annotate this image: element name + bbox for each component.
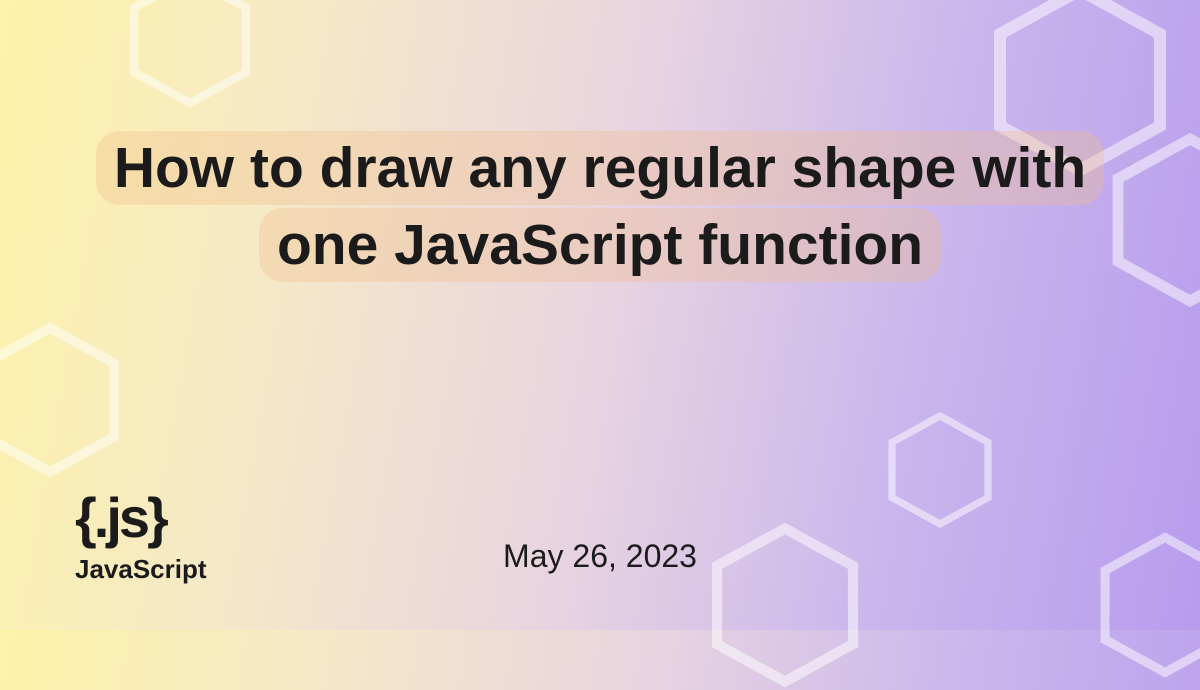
javascript-logo: {.js} JavaScript bbox=[75, 490, 207, 585]
hexagon-decoration bbox=[120, 0, 260, 110]
article-title-container: How to draw any regular shape with one J… bbox=[75, 130, 1125, 284]
publish-date: May 26, 2023 bbox=[503, 538, 697, 575]
hexagon-decoration bbox=[700, 520, 870, 690]
hexagon-decoration bbox=[0, 320, 130, 480]
hexagon-decoration bbox=[880, 410, 1000, 530]
article-title: How to draw any regular shape with one J… bbox=[96, 131, 1104, 282]
hexagon-decoration bbox=[1090, 530, 1200, 680]
js-logo-label: JavaScript bbox=[75, 554, 207, 585]
js-logo-icon: {.js} bbox=[75, 490, 207, 546]
